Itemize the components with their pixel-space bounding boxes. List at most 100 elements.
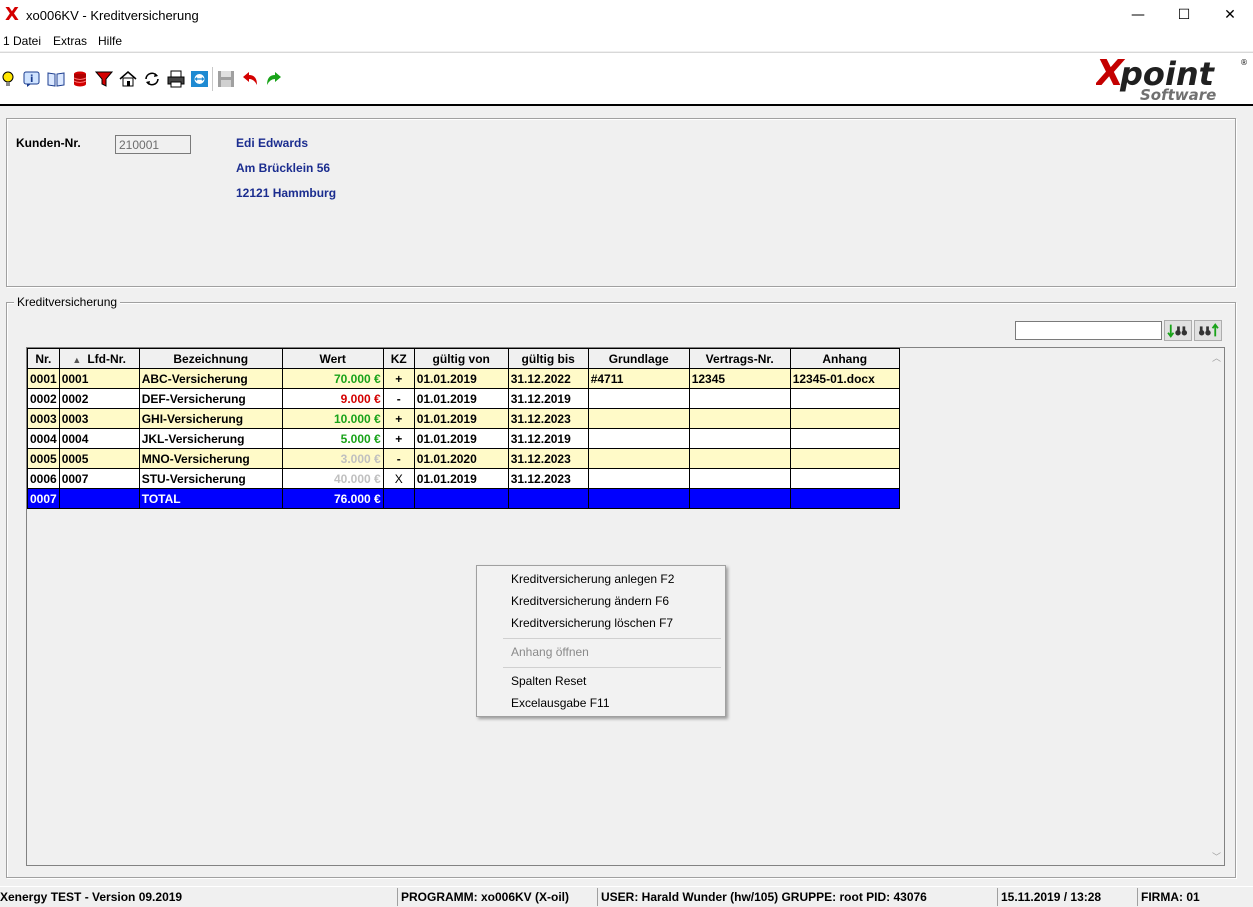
cell-grundlage bbox=[587, 408, 690, 429]
cell-anhang bbox=[789, 488, 900, 509]
menu-bar: 1 Datei Extras Hilfe bbox=[0, 31, 1253, 51]
column-header-gueltig-bis[interactable]: gültig bis bbox=[507, 348, 589, 369]
save-icon[interactable] bbox=[216, 69, 236, 89]
cell-nr: 0003 bbox=[27, 408, 60, 429]
ctx-spalten-reset[interactable]: Spalten Reset bbox=[511, 674, 586, 688]
cell-bezeichnung: MNO-Versicherung bbox=[138, 448, 283, 469]
info-icon[interactable]: i bbox=[22, 69, 42, 89]
cell-nr: 0004 bbox=[27, 428, 60, 449]
column-header-bezeichnung[interactable]: Bezeichnung bbox=[138, 348, 283, 369]
cell-grundlage: #4711 bbox=[587, 368, 690, 389]
database-icon[interactable] bbox=[70, 69, 90, 89]
lightbulb-icon[interactable] bbox=[0, 69, 20, 89]
minimize-button[interactable]: — bbox=[1115, 0, 1161, 31]
status-programm: PROGRAMM: xo006KV (X-oil) bbox=[397, 888, 569, 906]
remote-support-icon[interactable] bbox=[190, 69, 210, 89]
menu-datei[interactable]: 1 Datei bbox=[3, 34, 41, 48]
cell-lfd-nr: 0002 bbox=[58, 388, 140, 409]
menu-hilfe[interactable]: Hilfe bbox=[98, 34, 122, 48]
cell-lfd-nr bbox=[58, 488, 140, 509]
sort-ascending-icon: ▲ bbox=[72, 354, 82, 365]
status-version: Xenergy TEST - Version 09.2019 bbox=[0, 890, 183, 904]
cell-anhang bbox=[789, 388, 900, 409]
table-row[interactable]: 0004 0004 JKL-Versicherung 5.000 € +01.01.20… bbox=[27, 428, 900, 449]
redo-icon[interactable] bbox=[264, 69, 284, 89]
grid-vertical-scrollbar[interactable]: ︿ ﹀ bbox=[1209, 348, 1224, 865]
ctx-excelausgabe[interactable]: Excelausgabe F11 bbox=[511, 696, 610, 710]
toolbar-bottom-border bbox=[0, 104, 1253, 106]
column-header-wert[interactable]: Wert bbox=[281, 348, 384, 369]
menu-extras[interactable]: Extras bbox=[53, 34, 87, 48]
cell-wert: 10.000 € bbox=[281, 408, 384, 429]
cell-lfd-nr: 0007 bbox=[58, 468, 140, 489]
cell-gueltig-bis: 31.12.2019 bbox=[507, 388, 589, 409]
column-header-lfd-nr[interactable]: ▲ Lfd-Nr. bbox=[58, 348, 140, 369]
cell-gueltig-bis bbox=[507, 488, 589, 509]
cell-kz: - bbox=[382, 448, 415, 469]
column-header-grundlage[interactable]: Grundlage bbox=[587, 348, 690, 369]
print-icon[interactable] bbox=[166, 69, 186, 89]
cell-kz: X bbox=[382, 468, 415, 489]
scroll-down-icon[interactable]: ﹀ bbox=[1212, 850, 1221, 863]
book-icon[interactable] bbox=[46, 69, 66, 89]
cell-lfd-nr: 0005 bbox=[58, 448, 140, 469]
cell-kz: + bbox=[382, 408, 415, 429]
status-datetime: 15.11.2019 / 13:28 bbox=[997, 888, 1101, 906]
ctx-loeschen[interactable]: Kreditversicherung löschen F7 bbox=[511, 616, 673, 630]
table-row[interactable]: 0005 0005 MNO-Versicherung 3.000 € -01.01.20… bbox=[27, 448, 900, 469]
table-row[interactable]: 0001 0001 ABC-Versicherung 70.000 € +01.01.2… bbox=[27, 368, 900, 389]
cell-vertrags-nr bbox=[688, 388, 791, 409]
cell-wert: 5.000 € bbox=[281, 428, 384, 449]
column-header-nr[interactable]: Nr. bbox=[27, 348, 60, 369]
kunde-city: 12121 Hammburg bbox=[236, 186, 337, 200]
cell-lfd-nr: 0001 bbox=[58, 368, 140, 389]
cell-bezeichnung: DEF-Versicherung bbox=[138, 388, 283, 409]
table-row[interactable]: 0003 0003 GHI-Versicherung 10.000 € +01.01.2… bbox=[27, 408, 900, 429]
cell-grundlage bbox=[587, 468, 690, 489]
ctx-separator bbox=[503, 667, 721, 668]
home-icon[interactable] bbox=[118, 69, 138, 89]
ctx-separator bbox=[503, 638, 721, 639]
refresh-icon[interactable] bbox=[142, 69, 162, 89]
status-user: USER: Harald Wunder (hw/105) GRUPPE: roo… bbox=[597, 888, 927, 906]
search-up-button[interactable] bbox=[1194, 320, 1222, 341]
kunde-street: Am Brücklein 56 bbox=[236, 161, 331, 175]
cell-lfd-nr: 0004 bbox=[58, 428, 140, 449]
cell-gueltig-von: 01.01.2019 bbox=[413, 368, 509, 389]
kunden-nr-field[interactable]: 210001 bbox=[115, 135, 191, 154]
cell-vertrags-nr bbox=[688, 448, 791, 469]
cell-vertrags-nr bbox=[688, 488, 791, 509]
cell-nr: 0005 bbox=[27, 448, 60, 469]
table-row[interactable]: 0006 0007 STU-Versicherung 40.000 € X 01.01.2… bbox=[27, 468, 900, 489]
maximize-button[interactable]: ☐ bbox=[1161, 0, 1207, 31]
column-header-kz[interactable]: KZ bbox=[382, 348, 415, 369]
filter-icon[interactable] bbox=[94, 69, 114, 89]
cell-gueltig-von: 01.01.2019 bbox=[413, 388, 509, 409]
toolbar: i X point Software ® bbox=[0, 52, 1253, 105]
table-row[interactable]: 0002 0002 DEF-Versicherung 9.000 € -01.01.20… bbox=[27, 388, 900, 409]
search-down-button[interactable] bbox=[1164, 320, 1192, 341]
scroll-up-icon[interactable]: ︿ bbox=[1212, 351, 1221, 364]
cell-kz: + bbox=[382, 368, 415, 389]
column-header-gueltig-von[interactable]: gültig von bbox=[413, 348, 509, 369]
ctx-aendern[interactable]: Kreditversicherung ändern F6 bbox=[511, 594, 669, 608]
cell-vertrags-nr bbox=[688, 428, 791, 449]
status-bar: Xenergy TEST - Version 09.2019 PROGRAMM:… bbox=[0, 886, 1253, 907]
cell-anhang bbox=[789, 428, 900, 449]
kv-table: Nr. ▲ Lfd-Nr. Bezeichnung Wert KZ gültig … bbox=[27, 348, 900, 509]
cell-wert: 70.000 € bbox=[281, 368, 384, 389]
cell-gueltig-bis: 31.12.2022 bbox=[507, 368, 589, 389]
app-logo-icon: X bbox=[5, 4, 19, 25]
ctx-anhang-oeffnen[interactable]: Anhang öffnen bbox=[511, 645, 589, 659]
cell-gueltig-bis: 31.12.2019 bbox=[507, 428, 589, 449]
column-header-vertrags-nr[interactable]: Vertrags-Nr. bbox=[688, 348, 791, 369]
total-row[interactable]: 0007 TOTAL 76.000 € bbox=[27, 488, 900, 509]
cell-grundlage bbox=[587, 428, 690, 449]
column-header-anhang[interactable]: Anhang bbox=[789, 348, 900, 369]
search-input[interactable] bbox=[1015, 321, 1162, 340]
cell-grundlage bbox=[587, 448, 690, 469]
cell-wert: 3.000 € bbox=[281, 448, 384, 469]
close-button[interactable]: ✕ bbox=[1207, 0, 1253, 31]
ctx-anlegen[interactable]: Kreditversicherung anlegen F2 bbox=[511, 572, 674, 586]
undo-icon[interactable] bbox=[240, 69, 260, 89]
